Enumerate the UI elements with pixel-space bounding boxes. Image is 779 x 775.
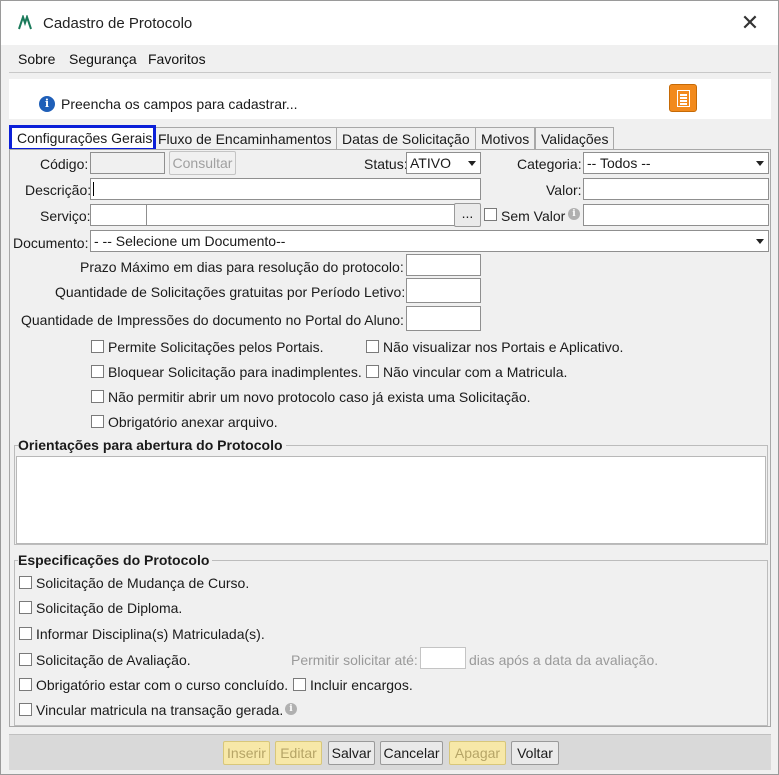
menu-bar: Sobre Segurança Favoritos (9, 45, 771, 73)
dias-apos-label: dias após a data da avaliação. (469, 652, 659, 668)
tab-panel: Código: Consultar Status: ATIVO Categori… (9, 149, 771, 727)
categoria-label: Categoria: (517, 156, 582, 172)
descricao-label: Descrição: (25, 182, 92, 198)
tab-validacoes[interactable]: Validações (535, 127, 615, 150)
voltar-button[interactable]: Voltar (511, 741, 559, 765)
info-icon: i (39, 96, 55, 112)
vincular-matricula-label: Vincular matricula na transação gerada. (36, 702, 284, 718)
chevron-down-icon (756, 239, 764, 244)
documento-value: - -- Selecione um Documento-- (94, 233, 286, 249)
valor-label: Valor: (546, 182, 582, 198)
incluir-encargos-label: Incluir encargos. (310, 677, 413, 693)
salvar-button[interactable]: Salvar (328, 741, 375, 765)
vincular-matricula-checkbox[interactable] (19, 703, 32, 716)
sem-valor-input[interactable] (583, 204, 769, 226)
sem-valor-label: Sem Valor (501, 208, 566, 224)
valor-input[interactable] (583, 178, 769, 200)
tab-motivos[interactable]: Motivos (475, 127, 536, 150)
servico-name-input[interactable] (146, 204, 455, 226)
status-select[interactable]: ATIVO (406, 152, 481, 174)
nao-visualizar-checkbox[interactable] (366, 340, 379, 353)
protocol-window: Cadastro de Protocolo ✕ Sobre Segurança … (0, 0, 779, 775)
info-icon: i (285, 703, 297, 715)
permite-portais-label: Permite Solicitações pelos Portais. (108, 339, 324, 355)
obrigatorio-anexar-label: Obrigatório anexar arquivo. (108, 414, 278, 430)
app-logo-icon (18, 15, 32, 30)
codigo-label: Código: (40, 156, 89, 172)
bloquear-label: Bloquear Solicitação para inadimplentes. (108, 364, 362, 380)
impressoes-label: Quantidade de Impressões do documento no… (21, 312, 404, 328)
disciplinas-checkbox[interactable] (19, 627, 32, 640)
cancelar-button[interactable]: Cancelar (380, 741, 443, 765)
nao-permitir-checkbox[interactable] (91, 390, 104, 403)
status-value: ATIVO (410, 155, 451, 171)
gratuitas-input[interactable] (406, 278, 481, 303)
impressoes-input[interactable] (406, 306, 481, 331)
info-message: Preencha os campos para cadastrar... (61, 96, 298, 112)
permitir-ate-label: Permitir solicitar até: (291, 652, 418, 668)
menu-sobre[interactable]: Sobre (18, 51, 55, 67)
avaliacao-label: Solicitação de Avaliação. (36, 652, 191, 668)
inserir-button[interactable]: Inserir (223, 741, 270, 765)
gratuitas-label: Quantidade de Solicitações gratuitas por… (55, 284, 406, 300)
action-bar: Inserir Editar Salvar Cancelar Apagar Vo… (9, 734, 771, 770)
categoria-select[interactable]: -- Todos -- (583, 152, 769, 174)
prazo-label: Prazo Máximo em dias para resolução do p… (80, 259, 404, 275)
consultar-button[interactable]: Consultar (169, 151, 236, 175)
servico-code-input[interactable] (90, 204, 147, 226)
diploma-checkbox[interactable] (19, 601, 32, 614)
servico-label: Serviço: (40, 208, 91, 224)
bloquear-checkbox[interactable] (91, 365, 104, 378)
codigo-input[interactable] (90, 152, 165, 174)
curso-concluido-checkbox[interactable] (19, 678, 32, 691)
menu-favoritos[interactable]: Favoritos (148, 51, 206, 67)
orientacoes-textarea[interactable] (16, 456, 766, 544)
info-icon: i (568, 208, 580, 220)
sem-valor-checkbox[interactable] (484, 208, 497, 221)
orientacoes-title: Orientações para abertura do Protocolo (18, 437, 286, 453)
editar-button[interactable]: Editar (275, 741, 322, 765)
tab-configuracoes-gerais[interactable]: Configurações Gerais (9, 125, 156, 151)
mudanca-curso-checkbox[interactable] (19, 576, 32, 589)
incluir-encargos-checkbox[interactable] (293, 678, 306, 691)
nao-vincular-label: Não vincular com a Matricula. (383, 364, 568, 380)
documento-select[interactable]: - -- Selecione um Documento-- (90, 230, 769, 252)
tab-datas-solicitacao[interactable]: Datas de Solicitação (336, 127, 476, 150)
categoria-value: -- Todos -- (587, 155, 651, 171)
obrigatorio-anexar-checkbox[interactable] (91, 415, 104, 428)
disciplinas-label: Informar Disciplina(s) Matriculada(s). (36, 626, 265, 642)
servico-search-button[interactable]: ... (454, 203, 481, 227)
window-title: Cadastro de Protocolo (43, 15, 193, 32)
mudanca-curso-label: Solicitação de Mudança de Curso. (36, 575, 250, 591)
tab-fluxo-encaminhamentos[interactable]: Fluxo de Encaminhamentos (152, 127, 338, 150)
permite-portais-checkbox[interactable] (91, 340, 104, 353)
title-bar: Cadastro de Protocolo ✕ (1, 1, 778, 45)
dias-input[interactable] (420, 647, 466, 669)
especificacoes-title: Especificações do Protocolo (18, 552, 213, 568)
diploma-label: Solicitação de Diploma. (36, 600, 183, 616)
document-icon (677, 90, 690, 107)
avaliacao-checkbox[interactable] (19, 653, 32, 666)
chevron-down-icon (468, 161, 476, 166)
descricao-input[interactable] (90, 178, 481, 200)
tab-strip: Fluxo de Encaminhamentos Datas de Solici… (9, 125, 771, 151)
nao-permitir-label: Não permitir abrir um novo protocolo cas… (108, 389, 531, 405)
nao-vincular-checkbox[interactable] (366, 365, 379, 378)
close-icon[interactable]: ✕ (736, 9, 764, 37)
curso-concluido-label: Obrigatório estar com o curso concluído. (36, 677, 289, 693)
apagar-button[interactable]: Apagar (449, 741, 506, 765)
nao-visualizar-label: Não visualizar nos Portais e Aplicativo. (383, 339, 624, 355)
prazo-input[interactable] (406, 254, 481, 276)
info-bar: i Preencha os campos para cadastrar... (9, 79, 771, 119)
document-icon-button[interactable] (669, 84, 697, 112)
documento-label: Documento: (13, 235, 89, 251)
menu-seguranca[interactable]: Segurança (69, 51, 137, 67)
chevron-down-icon (756, 161, 764, 166)
status-label: Status: (364, 156, 408, 172)
